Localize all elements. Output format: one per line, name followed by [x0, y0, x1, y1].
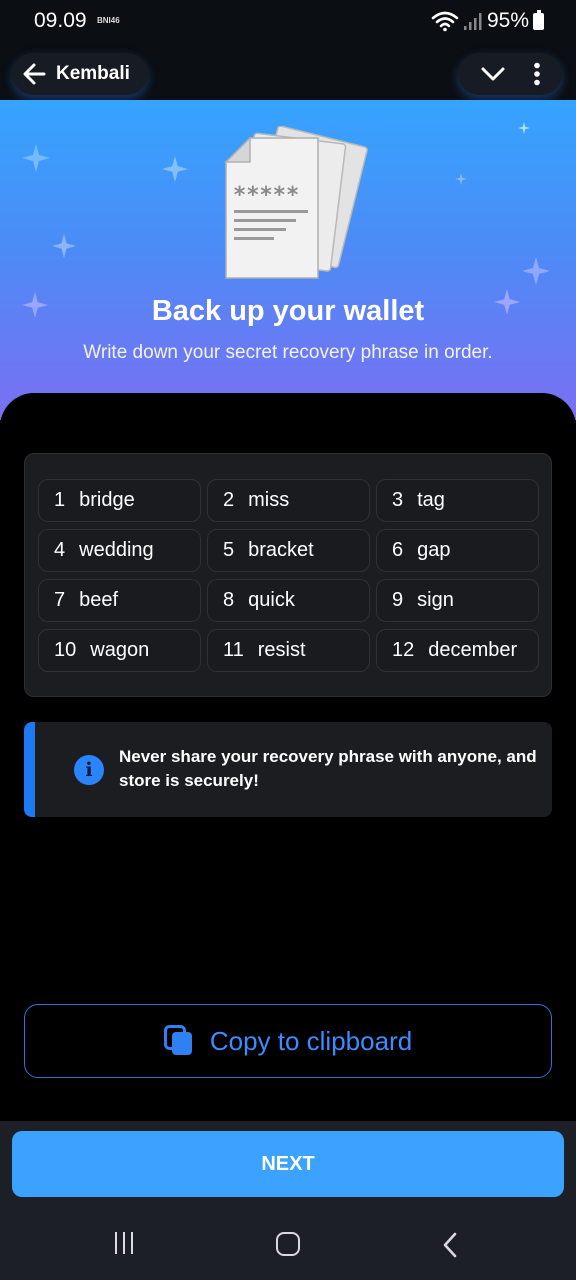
word-text: beef: [79, 589, 119, 611]
phrase-word: 2 miss: [207, 479, 370, 522]
word-number: 12: [392, 639, 415, 661]
page-subtitle: Write down your secret recovery phrase i…: [83, 342, 493, 363]
recents-icon[interactable]: [115, 1232, 133, 1254]
copy-icon: [163, 1025, 192, 1055]
word-text: bracket: [248, 539, 314, 561]
phrase-word: 10 wagon: [38, 629, 201, 672]
word-text: miss: [248, 489, 290, 511]
phrase-word: 6 gap: [376, 529, 539, 572]
sparkle-icon: [455, 173, 467, 185]
word-text: tag: [417, 489, 445, 511]
system-back-icon[interactable]: [441, 1231, 459, 1259]
status-carrier: BNI46: [97, 16, 120, 25]
chevron-down-icon[interactable]: [480, 65, 506, 83]
word-number: 11: [223, 639, 244, 661]
next-button[interactable]: NEXT: [12, 1131, 564, 1197]
copy-label: Copy to clipboard: [209, 1025, 413, 1056]
word-number: 10: [54, 639, 77, 661]
word-number: 8: [223, 589, 235, 611]
system-navigation-bar: [0, 1221, 576, 1269]
word-text: resist: [257, 639, 306, 661]
status-bar: 09.09 BNI46 95%: [0, 0, 576, 44]
info-icon: i: [74, 755, 104, 785]
phrase-word: 4 wedding: [38, 529, 201, 572]
phrase-word: 1 bridge: [38, 479, 201, 522]
bottom-bar: NEXT: [0, 1121, 576, 1280]
word-number: 7: [54, 589, 66, 611]
masked-password-text: *****: [233, 183, 299, 208]
word-number: 5: [223, 539, 235, 561]
word-text: sign: [417, 589, 454, 611]
recovery-phrase-card: 1 bridge 2 miss 3 tag 4 wedding 5 bracket 6 ga…: [24, 453, 552, 697]
word-number: 6: [392, 539, 404, 561]
header-bar: Kembali: [0, 44, 576, 100]
warning-accent-bar: [24, 722, 35, 817]
header-actions: [458, 53, 562, 95]
sparkle-icon: [522, 257, 550, 285]
sparkle-icon: [22, 144, 50, 172]
word-number: 4: [54, 539, 66, 561]
battery-icon: [533, 9, 544, 30]
more-vertical-icon[interactable]: [533, 62, 541, 86]
copy-to-clipboard-button[interactable]: Copy to clipboard: [24, 1004, 552, 1078]
word-number: 2: [223, 489, 235, 511]
word-text: quick: [248, 589, 295, 611]
phrase-word: 7 beef: [38, 579, 201, 622]
word-number: 1: [54, 489, 66, 511]
document-icon: *****: [224, 126, 368, 279]
word-text: bridge: [79, 489, 135, 511]
page-title: Back up your wallet: [151, 295, 425, 327]
main-content: 1 bridge 2 miss 3 tag 4 wedding 5 bracket 6 ga…: [0, 393, 576, 1121]
phrase-word: 8 quick: [207, 579, 370, 622]
phrase-word: 9 sign: [376, 579, 539, 622]
phrase-word: 3 tag: [376, 479, 539, 522]
status-indicators: 95%: [431, 9, 544, 33]
word-number: 9: [392, 589, 404, 611]
word-text: wedding: [79, 539, 154, 561]
phrase-word: 11 resist: [207, 629, 370, 672]
sparkle-icon: [162, 156, 188, 182]
word-number: 3: [392, 489, 404, 511]
status-time: 09.09: [34, 9, 87, 32]
word-text: wagon: [90, 639, 150, 661]
arrow-left-icon: [23, 63, 46, 85]
phrase-word: 12 december: [376, 629, 539, 672]
warning-text: Never share your recovery phrase with an…: [119, 747, 537, 790]
back-label: Kembali: [56, 63, 130, 84]
word-text: gap: [417, 539, 451, 561]
signal-icon: [463, 13, 482, 30]
sparkle-icon: [518, 122, 530, 134]
home-icon[interactable]: [276, 1232, 300, 1256]
phrase-word: 5 bracket: [207, 529, 370, 572]
wifi-icon: [431, 11, 459, 32]
battery-percent: 95%: [486, 9, 529, 32]
recovery-phrase-grid: 1 bridge 2 miss 3 tag 4 wedding 5 bracket 6 ga…: [38, 479, 539, 672]
security-warning: i Never share your recovery phrase with …: [24, 722, 552, 817]
sparkle-icon: [52, 234, 76, 258]
word-text: december: [428, 639, 518, 661]
back-button[interactable]: Kembali: [12, 53, 148, 95]
hero-banner: ***** Back up your wallet Write down you…: [0, 100, 576, 420]
